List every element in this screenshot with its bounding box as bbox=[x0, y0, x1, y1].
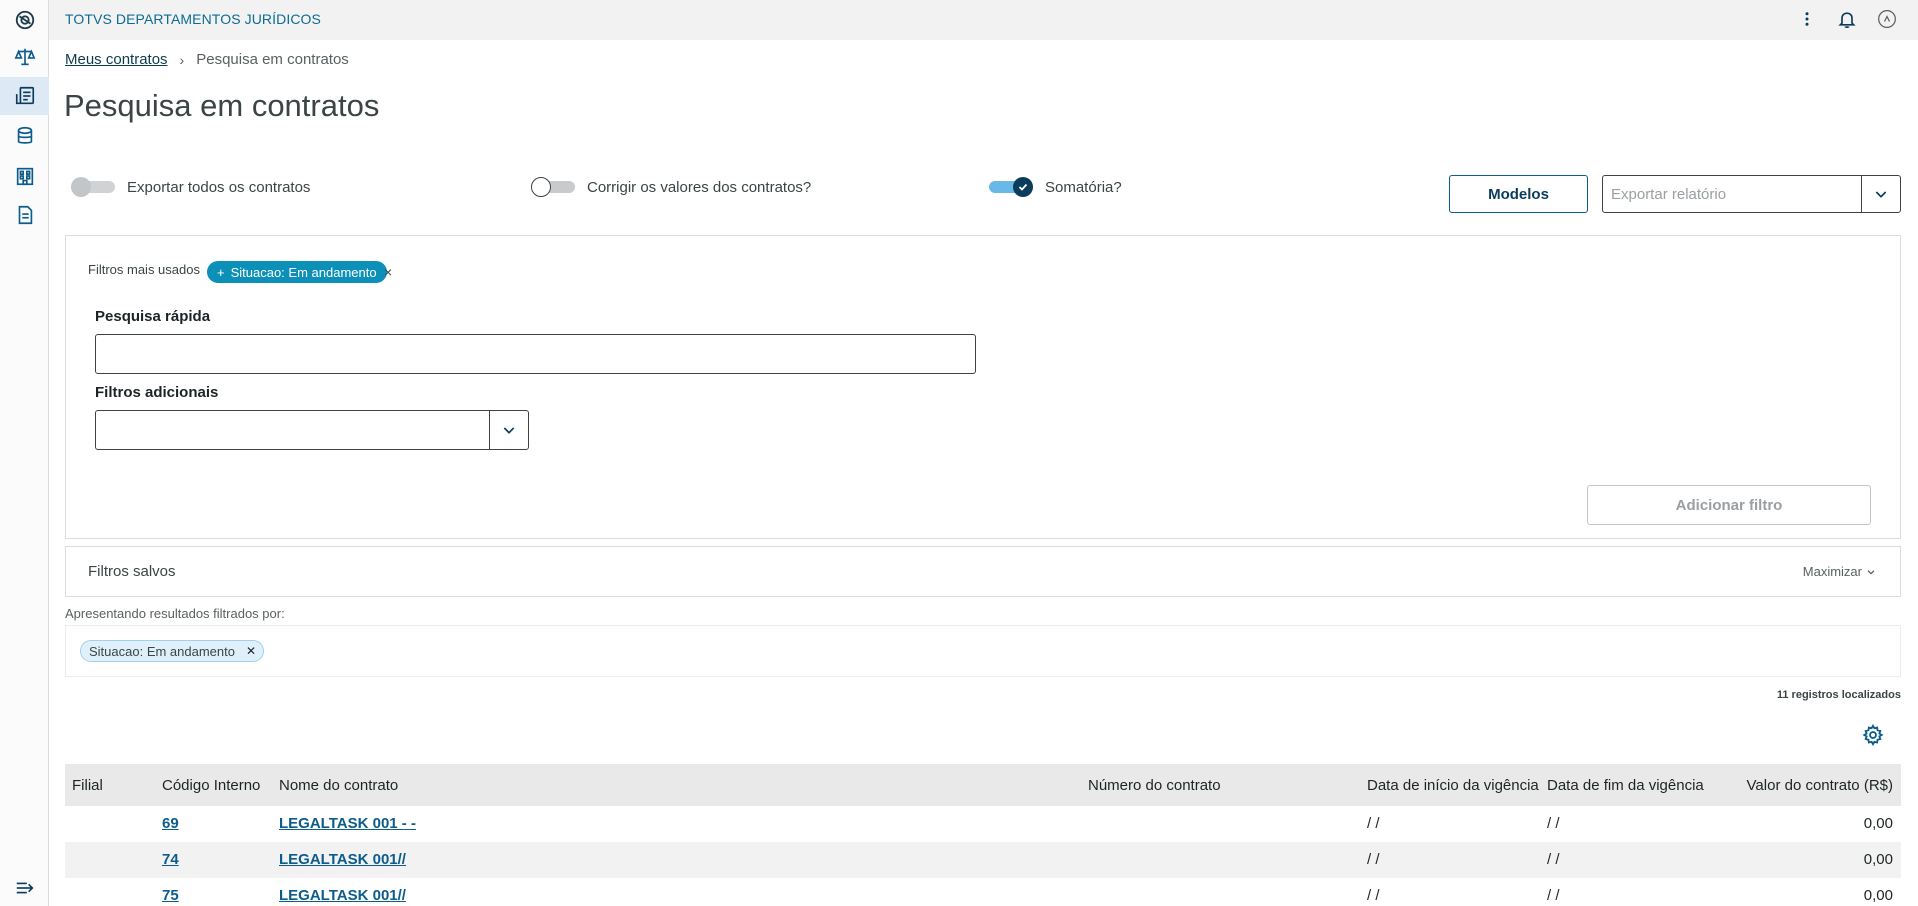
top-bar: TOTVS DEPARTAMENTOS JURÍDICOS bbox=[49, 0, 1918, 40]
cell-codigo-link[interactable]: 69 bbox=[162, 815, 179, 832]
breadcrumb-link-meus-contratos[interactable]: Meus contratos bbox=[65, 51, 168, 68]
additional-filters-value[interactable] bbox=[96, 411, 489, 449]
maximize-label: Maximizar bbox=[1802, 564, 1862, 579]
cell-valor: 0,00 bbox=[1863, 851, 1893, 868]
col-filial[interactable]: Filial bbox=[72, 777, 103, 794]
contracts-icon[interactable] bbox=[0, 77, 49, 115]
export-all-switch[interactable] bbox=[71, 177, 115, 197]
breadcrumb-current: Pesquisa em contratos bbox=[196, 51, 349, 68]
totvs-logo-icon[interactable] bbox=[0, 1, 49, 39]
most-used-filters-label: Filtros mais usados bbox=[88, 262, 200, 277]
col-data-fim[interactable]: Data de fim da vigência bbox=[1547, 777, 1704, 794]
col-valor[interactable]: Valor do contrato (R$) bbox=[1747, 777, 1893, 794]
correct-values-switch[interactable] bbox=[531, 177, 575, 197]
cell-nome-link[interactable]: LEGALTASK 001// bbox=[279, 887, 406, 904]
cell-nome-link[interactable]: LEGALTASK 001 - - bbox=[279, 815, 416, 832]
add-filter-button[interactable]: Adicionar filtro bbox=[1587, 485, 1871, 525]
cell-valor: 0,00 bbox=[1863, 887, 1893, 904]
filter-panel: Filtros mais usados + Situacao: Em andam… bbox=[65, 235, 1901, 539]
more-options-icon[interactable] bbox=[1796, 8, 1818, 30]
building-icon[interactable] bbox=[0, 157, 49, 195]
most-used-filter-chip[interactable]: + Situacao: Em andamento bbox=[207, 261, 387, 283]
table-row: 75 LEGALTASK 001// / / / / 0,00 bbox=[65, 878, 1901, 906]
notifications-bell-icon[interactable] bbox=[1836, 8, 1858, 30]
cell-inicio: / / bbox=[1367, 887, 1380, 904]
records-count: 11 registros localizados bbox=[1776, 689, 1901, 701]
plus-icon: + bbox=[217, 264, 225, 280]
gear-icon[interactable] bbox=[1862, 723, 1884, 747]
modelos-button[interactable]: Modelos bbox=[1449, 175, 1588, 213]
cell-fim: / / bbox=[1547, 851, 1560, 868]
chevron-down-icon[interactable] bbox=[1861, 176, 1900, 212]
col-numero-contrato[interactable]: Número do contrato bbox=[1088, 777, 1221, 794]
cell-fim: / / bbox=[1547, 887, 1560, 904]
table-row: 74 LEGALTASK 001// / / / / 0,00 bbox=[65, 842, 1901, 878]
remove-filter-close-icon[interactable]: ✕ bbox=[243, 644, 259, 658]
col-codigo-interno[interactable]: Código Interno bbox=[162, 777, 260, 794]
breadcrumb: Meus contratos › Pesquisa em contratos bbox=[65, 51, 349, 68]
cell-inicio: / / bbox=[1367, 851, 1380, 868]
active-filter-chip: Situacao: Em andamento ✕ bbox=[80, 640, 265, 662]
cell-fim: / / bbox=[1547, 815, 1560, 832]
saved-filters-title: Filtros salvos bbox=[88, 563, 176, 580]
remove-most-used-close-icon[interactable]: × bbox=[384, 261, 392, 283]
chevron-down-icon bbox=[1867, 569, 1875, 575]
cell-valor: 0,00 bbox=[1863, 815, 1893, 832]
scales-icon[interactable] bbox=[0, 38, 49, 76]
active-filter-chip-label: Situacao: Em andamento bbox=[89, 643, 235, 659]
export-report-input[interactable] bbox=[1603, 176, 1861, 212]
table-row: 69 LEGALTASK 001 - - / / / / 0,00 bbox=[65, 806, 1901, 842]
contracts-table: Filial Código Interno Nome do contrato N… bbox=[65, 764, 1901, 906]
check-icon bbox=[1018, 183, 1028, 191]
most-used-chip-label: Situacao: Em andamento bbox=[230, 264, 377, 280]
database-icon[interactable] bbox=[0, 117, 49, 155]
chevron-down-icon[interactable] bbox=[489, 411, 528, 449]
user-avatar-icon[interactable] bbox=[1876, 8, 1898, 30]
cell-codigo-link[interactable]: 75 bbox=[162, 887, 179, 904]
active-filters-bar: Situacao: Em andamento ✕ bbox=[65, 625, 1901, 677]
saved-filters-panel: Filtros salvos Maximizar bbox=[65, 546, 1901, 597]
collapse-menu-icon[interactable] bbox=[0, 869, 49, 906]
correct-values-label: Corrigir os valores dos contratos? bbox=[587, 178, 812, 196]
export-all-label: Exportar todos os contratos bbox=[127, 178, 311, 196]
cell-nome-link[interactable]: LEGALTASK 001// bbox=[279, 851, 406, 868]
export-report-select[interactable] bbox=[1602, 175, 1901, 213]
toggle-export-all: Exportar todos os contratos bbox=[71, 177, 311, 197]
col-data-inicio[interactable]: Data de início da vigência bbox=[1367, 777, 1539, 794]
maximize-button[interactable]: Maximizar bbox=[1803, 564, 1876, 579]
app-title: TOTVS DEPARTAMENTOS JURÍDICOS bbox=[65, 11, 321, 27]
results-filter-label: Apresentando resultados filtrados por: bbox=[65, 606, 285, 621]
cell-codigo-link[interactable]: 74 bbox=[162, 851, 179, 868]
sidebar bbox=[0, 0, 49, 906]
additional-filters-label: Filtros adicionais bbox=[95, 384, 219, 401]
additional-filters-select[interactable] bbox=[95, 410, 529, 450]
document-icon[interactable] bbox=[0, 196, 49, 234]
toggle-sum: Somatória? bbox=[989, 177, 1122, 197]
page-title: Pesquisa em contratos bbox=[64, 88, 380, 123]
col-nome-contrato[interactable]: Nome do contrato bbox=[279, 777, 398, 794]
sum-label: Somatória? bbox=[1045, 178, 1122, 196]
table-header: Filial Código Interno Nome do contrato N… bbox=[65, 764, 1901, 806]
quick-search-label: Pesquisa rápida bbox=[95, 308, 211, 325]
quick-search-input[interactable] bbox=[95, 334, 976, 374]
toggle-correct-values: Corrigir os valores dos contratos? bbox=[531, 177, 812, 197]
chevron-right-icon: › bbox=[179, 51, 185, 68]
cell-inicio: / / bbox=[1367, 815, 1380, 832]
sum-switch[interactable] bbox=[989, 177, 1033, 197]
